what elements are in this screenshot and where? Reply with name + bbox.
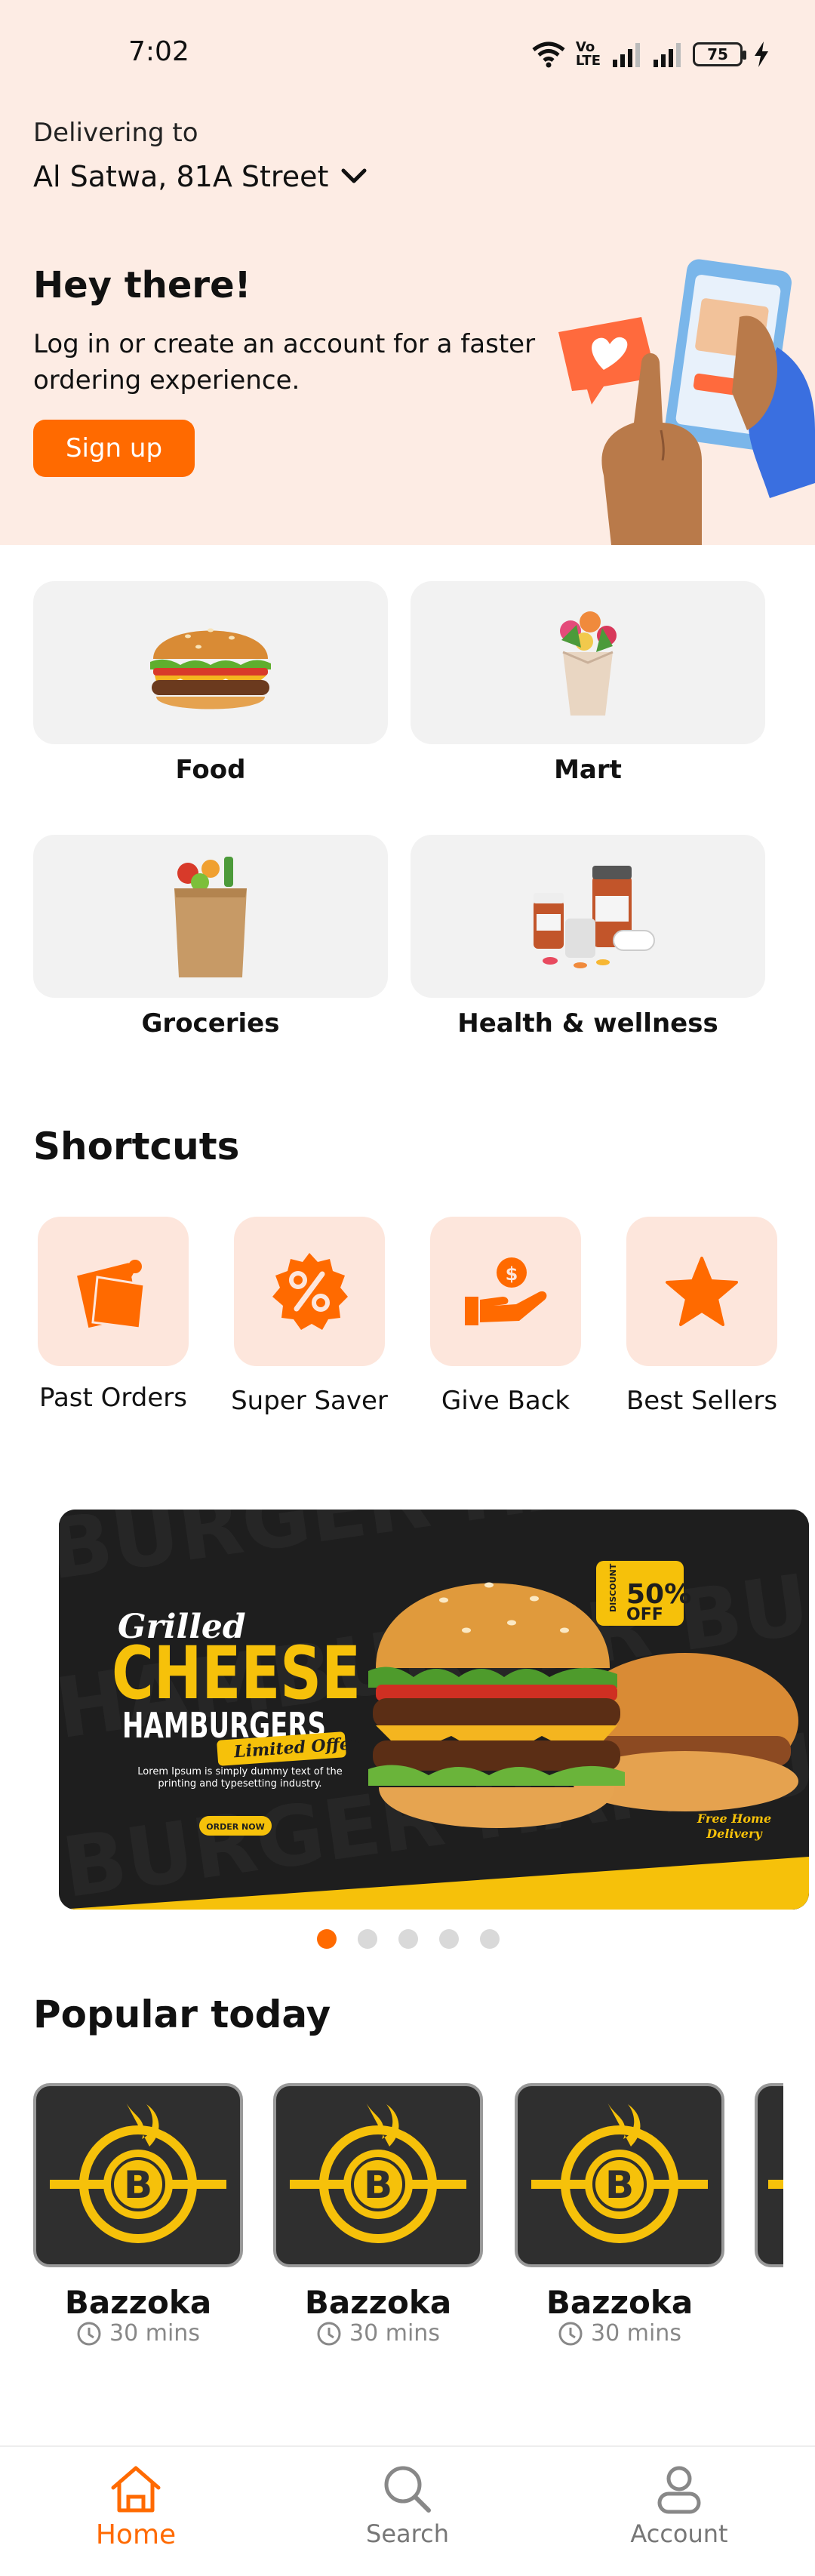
donate-hand-icon: $ (465, 1257, 547, 1325)
nav-search[interactable]: Search (309, 2464, 506, 2548)
signal-icon (654, 43, 681, 67)
wifi-icon (532, 42, 565, 68)
category-groceries-label: Groceries (141, 1008, 280, 1039)
logo-letter: B (364, 2163, 392, 2207)
banner-offer-unit: OFF (626, 1605, 663, 1624)
shortcut-super-saver-label: Super Saver (231, 1386, 388, 1416)
nav-search-label: Search (366, 2519, 449, 2548)
category-mart-card[interactable] (411, 581, 765, 744)
banner-artwork: BURGER HAMBURGER BURGER HAMBURGER BURGER… (59, 1510, 809, 1910)
greeting-title: Hey there! (33, 264, 251, 306)
category-health-label: Health & wellness (457, 1008, 718, 1039)
banner-delivery-note: Free Home Delivery (697, 1811, 772, 1841)
clock-icon (77, 2322, 101, 2345)
user-icon (657, 2466, 701, 2514)
clock-icon (317, 2322, 341, 2345)
star-icon (666, 1257, 738, 1326)
grocery-bag-icon (174, 857, 247, 977)
promo-banner[interactable]: BURGER HAMBURGER BURGER HAMBURGER BURGER… (59, 1510, 809, 1910)
location-selector[interactable]: Al Satwa, 81A Street (33, 160, 368, 193)
shortcut-best-sellers-label: Best Sellers (626, 1386, 778, 1416)
bazzoka-logo: B (290, 2101, 466, 2243)
delivery-time-text: 30 mins (349, 2320, 440, 2347)
charging-icon (755, 42, 768, 67)
bazzoka-logo: B (531, 2101, 708, 2243)
pagination-dot-4[interactable] (439, 1929, 459, 1949)
pinned-note-icon (77, 1260, 146, 1330)
medicine-icon (534, 866, 655, 968)
burger-icon (150, 628, 271, 709)
banner-body-text: Lorem Ipsum is simply dummy text of the … (137, 1766, 343, 1790)
logo-letter: B (124, 2163, 152, 2207)
discount-badge-icon (272, 1253, 348, 1330)
shortcut-past-orders[interactable] (38, 1217, 189, 1366)
volte-label: Vo LTE (575, 39, 601, 69)
shortcut-past-orders-label: Past Orders (39, 1383, 187, 1413)
pagination-dot-2[interactable] (358, 1929, 377, 1949)
category-groceries-card[interactable] (33, 835, 388, 998)
category-food-label: Food (175, 755, 246, 785)
delivery-time: 30 mins (515, 2320, 724, 2347)
hero-section: 7:02 Vo LTE 75 Delivering to Al Satwa, 8… (0, 0, 815, 545)
banner-offer-prefix: DISCOUNT (608, 1563, 618, 1612)
delivery-time: 30 mins (273, 2320, 483, 2347)
phone-illustration (558, 259, 815, 545)
banner-cta: ORDER NOW (206, 1822, 264, 1832)
hero-subtitle: Log in or create an account for a faster… (33, 329, 536, 395)
nav-account-label: Account (630, 2519, 728, 2548)
status-icons: Vo LTE 75 (532, 35, 770, 74)
category-food-card[interactable] (33, 581, 388, 744)
location-text: Al Satwa, 81A Street (33, 160, 329, 193)
delivery-time-text: 30 mins (591, 2320, 681, 2347)
pagination-dot-1[interactable] (317, 1929, 337, 1949)
restaurant-name: Bazzoka (546, 2284, 694, 2321)
signal-icon (613, 43, 640, 67)
shortcuts-title: Shortcuts (33, 1125, 240, 1168)
bazzoka-logo: B (50, 2101, 226, 2243)
battery-icon: 75 (693, 42, 746, 66)
bottom-navigation: Home Search Account (0, 2445, 815, 2576)
shortcut-give-back[interactable]: $ (430, 1217, 581, 1366)
search-icon (384, 2466, 431, 2513)
nav-home-label: Home (95, 2519, 177, 2550)
status-time: 7:02 (128, 36, 189, 67)
pagination-dot-3[interactable] (398, 1929, 418, 1949)
shortcut-super-saver[interactable] (234, 1217, 385, 1366)
nav-home[interactable]: Home (38, 2464, 234, 2550)
status-bar: 7:02 Vo LTE 75 (0, 0, 815, 106)
banner-pagination (317, 1929, 500, 1949)
delivery-time-text: 30 mins (109, 2320, 200, 2347)
logo-letter: B (605, 2163, 634, 2207)
nav-account[interactable]: Account (581, 2464, 777, 2548)
home-icon (111, 2466, 161, 2513)
restaurant-card-3[interactable]: B (515, 2083, 724, 2267)
svg-text:$: $ (506, 1263, 518, 1285)
restaurant-name: Bazzoka (64, 2284, 212, 2321)
delivery-time: 30 mins (33, 2320, 243, 2347)
chevron-down-icon (341, 168, 367, 183)
bouquet-icon (560, 611, 617, 716)
banner-title-main: CHEESE (112, 1631, 361, 1716)
shortcut-give-back-label: Give Back (441, 1386, 570, 1416)
delivering-label: Delivering to (33, 118, 198, 148)
category-mart-label: Mart (554, 755, 622, 785)
category-health-card[interactable] (411, 835, 765, 998)
restaurant-name: Bazzoka (304, 2284, 452, 2321)
shortcut-best-sellers[interactable] (626, 1217, 777, 1366)
pagination-dot-5[interactable] (480, 1929, 500, 1949)
popular-title: Popular today (33, 1993, 331, 2036)
restaurant-card-partial[interactable] (755, 2083, 783, 2267)
clock-icon (558, 2322, 583, 2345)
restaurant-card-2[interactable]: B (273, 2083, 483, 2267)
signup-button[interactable]: Sign up (33, 420, 195, 477)
restaurant-card-1[interactable]: B (33, 2083, 243, 2267)
